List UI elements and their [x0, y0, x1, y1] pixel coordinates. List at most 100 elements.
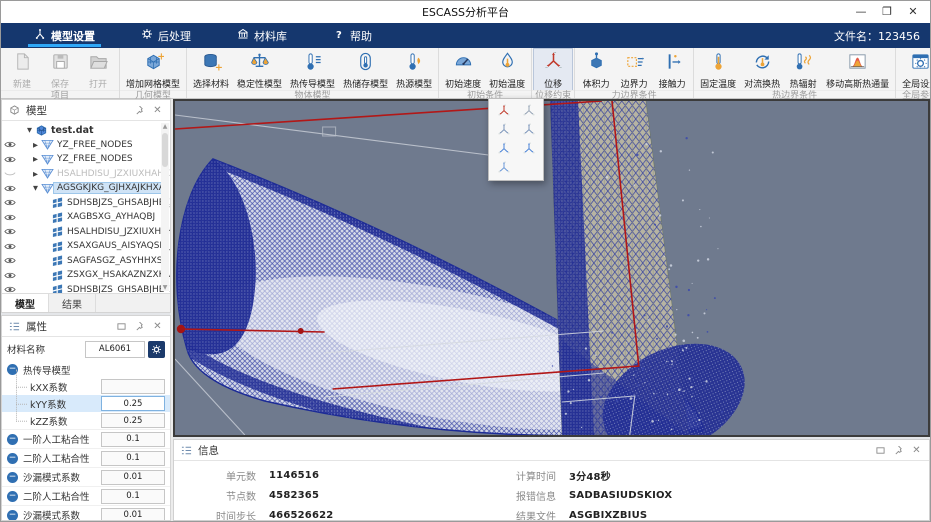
- scroll-down-icon[interactable]: ▼: [163, 284, 168, 291]
- toolbar-button-增加网格模型[interactable]: +增加网格模型: [122, 49, 184, 90]
- toolbar-button-位移[interactable]: 位移: [534, 49, 572, 90]
- visibility-eye-icon[interactable]: [2, 184, 17, 193]
- toolbar-button-热储存模型[interactable]: 热储存模型: [339, 49, 392, 90]
- tree-item-label: SAGFASGZ_ASYHHXSN: [64, 256, 170, 266]
- visibility-eye-icon[interactable]: [2, 213, 17, 222]
- close-icon[interactable]: ✕: [910, 444, 923, 457]
- pin-icon[interactable]: [133, 104, 146, 117]
- toolbar-button-初始温度[interactable]: 初始温度: [485, 49, 529, 90]
- material-lib-icon: [237, 28, 249, 43]
- toolbar-button-选择材料[interactable]: +选择材料: [189, 49, 233, 90]
- float-icon[interactable]: [115, 320, 128, 333]
- tree-item[interactable]: SDHSBJZS_GHSABJHB_ZAHU: [2, 196, 170, 211]
- sidebar-tab-结果[interactable]: 结果: [49, 294, 96, 312]
- viewport-3d[interactable]: [173, 99, 930, 437]
- toolbar-button-体积力[interactable]: 体积力: [577, 49, 615, 90]
- toolbar-button-对流换热[interactable]: 对流换热: [740, 49, 784, 90]
- collapse-minus-icon[interactable]: −: [7, 434, 18, 445]
- material-settings-button[interactable]: [148, 341, 165, 358]
- tree-item[interactable]: ▶HSALHDISU_JZXIUXHAHX: [2, 167, 170, 182]
- expand-arrow-icon[interactable]: ▶: [31, 155, 40, 163]
- collapse-minus-icon[interactable]: −: [7, 491, 18, 502]
- toolbar-button-热源模型[interactable]: 热源模型: [392, 49, 436, 90]
- toolbar-button-打开[interactable]: 打开: [79, 49, 117, 90]
- displacement-type-3[interactable]: [491, 122, 516, 138]
- close-icon[interactable]: ✕: [151, 104, 164, 117]
- toolbar-button-移动高斯热通量[interactable]: 移动高斯热通量: [822, 49, 893, 90]
- tree-item[interactable]: ZSXGX_HSAKAZNZXK_AMASX: [2, 268, 170, 283]
- maximize-button[interactable]: ❐: [874, 1, 900, 23]
- toolbar-button-热辐射[interactable]: 热辐射: [784, 49, 822, 90]
- expand-arrow-icon[interactable]: ▼: [31, 184, 40, 192]
- tree-item[interactable]: ▼test.dat: [2, 123, 170, 138]
- displacement-type-7[interactable]: [491, 160, 516, 176]
- tree-item[interactable]: SAGFASGZ_ASYHHXSN: [2, 254, 170, 269]
- expand-arrow-icon[interactable]: ▶: [31, 170, 40, 178]
- pin-icon[interactable]: [133, 320, 146, 333]
- pin-icon[interactable]: [892, 444, 905, 457]
- collapse-minus-icon[interactable]: −: [7, 472, 18, 483]
- tree-item[interactable]: HSALHDISU_JZXIUXHAHX: [2, 225, 170, 240]
- visibility-eye-icon[interactable]: [2, 271, 17, 280]
- toolbar-button-接触力[interactable]: 接触力: [653, 49, 691, 90]
- visibility-eye-icon[interactable]: [2, 285, 17, 293]
- post-process-icon: [141, 28, 153, 43]
- visibility-eye-icon[interactable]: [2, 256, 17, 265]
- tab-模型设置[interactable]: 模型设置: [21, 23, 108, 48]
- displacement-type-4[interactable]: [516, 122, 541, 138]
- tab-帮助[interactable]: ?帮助: [320, 23, 385, 48]
- scroll-up-icon[interactable]: ▲: [163, 123, 168, 130]
- gear-icon: [151, 344, 162, 355]
- float-icon[interactable]: [874, 444, 887, 457]
- tree-item[interactable]: XAGBSXG_AYHAQBJ: [2, 210, 170, 225]
- tri-mesh-icon: [40, 139, 54, 150]
- tree-scrollbar[interactable]: ▲▼: [161, 123, 169, 291]
- property-label: kXX系数: [30, 380, 101, 394]
- visibility-eye-icon[interactable]: [2, 140, 17, 149]
- property-value-field[interactable]: 0.25: [101, 413, 165, 428]
- toolbar-button-稳定性模型[interactable]: 稳定性模型: [233, 49, 286, 90]
- minimize-button[interactable]: —: [848, 1, 874, 23]
- displacement-type-6[interactable]: [516, 141, 541, 157]
- property-value-field[interactable]: 0.1: [101, 451, 165, 466]
- visibility-eye-icon[interactable]: [2, 155, 17, 164]
- sidebar-tab-模型[interactable]: 模型: [2, 294, 49, 312]
- visibility-dim-icon[interactable]: [2, 169, 17, 178]
- displacement-type-5[interactable]: [491, 141, 516, 157]
- toolbar-button-热传导模型[interactable]: 热传导模型: [286, 49, 339, 90]
- tree-item[interactable]: ▶YZ_FREE_NODES: [2, 152, 170, 167]
- property-value-field[interactable]: 0.01: [101, 470, 165, 485]
- collapse-minus-icon[interactable]: −: [7, 510, 18, 521]
- toolbar-button-边界力[interactable]: 边界力: [615, 49, 653, 90]
- property-value-field[interactable]: [101, 379, 165, 394]
- property-value-field[interactable]: 0.1: [101, 489, 165, 504]
- visibility-eye-icon[interactable]: [2, 198, 17, 207]
- displacement-type-2[interactable]: [516, 103, 541, 119]
- tab-材料库[interactable]: 材料库: [224, 23, 300, 48]
- stability-icon: [249, 51, 270, 76]
- toolbar-button-新建[interactable]: 新建: [3, 49, 41, 90]
- toolbar-button-固定温度[interactable]: 固定温度: [696, 49, 740, 90]
- grid-mesh-icon: [50, 270, 64, 281]
- displacement-type-1[interactable]: [491, 103, 516, 119]
- property-value-field[interactable]: 0.1: [101, 432, 165, 447]
- tree-item[interactable]: SDHSBJZS_GHSABJHB_ZAHU: [2, 283, 170, 294]
- toolbar-button-保存[interactable]: 保存: [41, 49, 79, 90]
- toolbar-button-全局设置[interactable]: 全局设置: [898, 49, 931, 90]
- property-value-field[interactable]: 0.25: [101, 396, 165, 411]
- close-icon[interactable]: ✕: [151, 320, 164, 333]
- expand-arrow-icon[interactable]: ▼: [25, 126, 34, 134]
- property-value-field[interactable]: 0.01: [101, 508, 165, 521]
- visibility-eye-icon[interactable]: [2, 242, 17, 251]
- collapse-minus-icon[interactable]: −: [7, 453, 18, 464]
- close-button[interactable]: ✕: [900, 1, 926, 23]
- tree-item-label: SDHSBJZS_GHSABJHB_ZAHU: [64, 285, 170, 293]
- tree-item[interactable]: ▶YZ_FREE_NODES: [2, 138, 170, 153]
- visibility-eye-icon[interactable]: [2, 227, 17, 236]
- property-value-field[interactable]: AL6061: [85, 341, 145, 358]
- expand-arrow-icon[interactable]: ▶: [31, 141, 40, 149]
- tree-item[interactable]: ▼AGSGKJKG_GJHXAJKHXA: [2, 181, 170, 196]
- tab-后处理[interactable]: 后处理: [128, 23, 204, 48]
- toolbar-button-初始速度[interactable]: 初始速度: [441, 49, 485, 90]
- tree-item[interactable]: XSAXGAUS_AISYAQSH_ASHX: [2, 239, 170, 254]
